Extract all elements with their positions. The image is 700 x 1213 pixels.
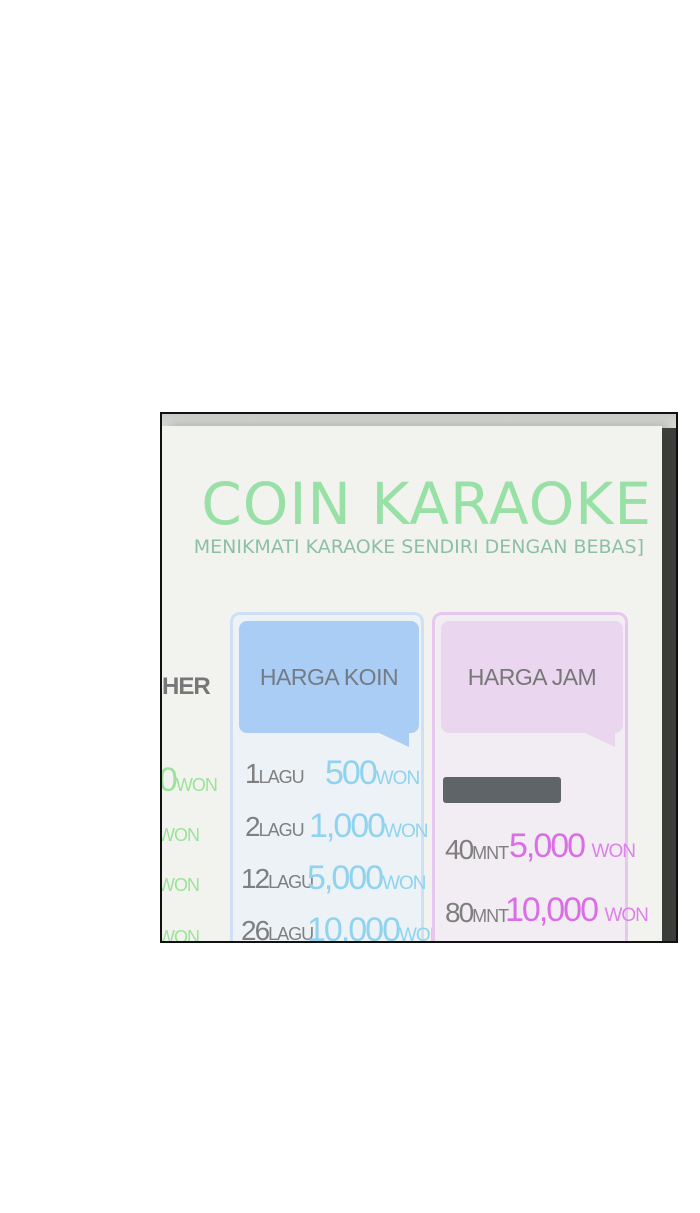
left-price-unit: WON: [160, 875, 200, 895]
coin-price-value-row: 10,000WON: [307, 911, 443, 943]
hour-price-heading: HARGA JAM: [441, 621, 623, 733]
coin-qty: 26: [241, 915, 270, 943]
hour-price-unit: WON: [604, 905, 648, 926]
left-price-row: WON: [160, 811, 200, 850]
coin-price: 500: [325, 754, 378, 792]
left-price-value: 00: [160, 761, 178, 799]
hour-price-value-row: 10,000 WON: [505, 891, 649, 930]
coin-price-row: 12LAGU: [241, 863, 314, 895]
coin-speech-tail: [379, 733, 409, 747]
coin-qty: 2: [245, 811, 261, 842]
hidden-price-bar: [443, 777, 561, 803]
hour-qty: 80: [445, 897, 474, 928]
coin-price: 5,000: [307, 859, 384, 897]
coin-price-heading: HARGA KOIN: [239, 621, 419, 733]
coin-price-value-row: 5,000WON: [307, 859, 427, 898]
coin-price-unit: WON: [382, 873, 426, 894]
left-price-column: HER 00WON WON WON WON: [160, 611, 218, 943]
coin-price: 1,000: [309, 807, 386, 845]
coin-price-unit: WON: [384, 821, 428, 842]
left-price-unit: WON: [160, 825, 200, 845]
left-column-heading: HER: [162, 673, 211, 700]
hour-qty-unit: MNT: [472, 843, 509, 863]
coin-price: 10,000: [307, 911, 401, 943]
coin-qty-unit: LAGU: [258, 767, 305, 787]
hour-price-unit: WON: [591, 841, 636, 862]
coin-price-unit: WON: [375, 768, 420, 789]
left-price-row: WON: [160, 861, 200, 900]
left-price-row: 00WON: [160, 761, 218, 800]
left-price-unit: WON: [160, 927, 200, 943]
poster-subtitle: MENIKMATI KARAOKE SENDIRI DENGAN BEBAS]: [193, 536, 644, 558]
karaoke-poster: COIN KARAOKE MENIKMATI KARAOKE SENDIRI D…: [160, 426, 662, 943]
hour-qty: 40: [445, 834, 474, 865]
karaoke-poster-panel: COIN KARAOKE MENIKMATI KARAOKE SENDIRI D…: [160, 412, 678, 943]
hour-price: 10,000: [505, 891, 599, 929]
hour-qty-unit: MNT: [472, 906, 509, 926]
hour-price: 5,000: [509, 827, 586, 865]
coin-qty: 12: [241, 863, 270, 894]
hour-price-row: 80MNT: [445, 897, 509, 929]
coin-price-value-row: 1,000WON: [309, 807, 429, 846]
left-price-row: WON: [160, 913, 200, 943]
coin-price-row: 2LAGU: [245, 811, 305, 843]
hour-price-value-row: 5,000 WON: [509, 827, 636, 866]
hour-price-box: HARGA JAM 40MNT 5,000 WON 80MNT 10,000 W…: [432, 612, 649, 941]
hour-speech-tail: [585, 733, 615, 747]
coin-price-row: 1LAGU: [245, 758, 305, 790]
poster-title: COIN KARAOKE: [201, 470, 652, 538]
left-price-unit: WON: [175, 775, 218, 795]
coin-price-value-row: 500WON: [325, 754, 420, 793]
coin-qty-unit: LAGU: [258, 820, 305, 840]
hour-price-row: 40MNT: [445, 834, 509, 866]
coin-qty: 1: [245, 758, 261, 789]
coin-price-box: HARGA KOIN 1LAGU 500WON 2LAGU 1,000WON 1…: [230, 612, 443, 943]
coin-price-row: 26LAGU: [241, 915, 314, 943]
